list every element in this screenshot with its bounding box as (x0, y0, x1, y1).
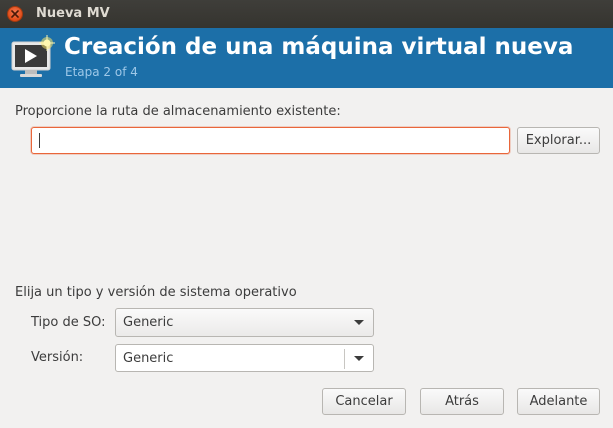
text-caret (39, 133, 40, 148)
close-icon (11, 10, 19, 18)
os-version-label: Versión: (31, 350, 84, 365)
title-bar: Nueva MV (0, 0, 613, 28)
os-section-label: Elija un tipo y versión de sistema opera… (15, 285, 297, 300)
wizard-step: Etapa 2 of 4 (65, 65, 138, 79)
virtual-machine-icon (11, 35, 55, 77)
chevron-down-icon[interactable] (354, 356, 364, 361)
window-title: Nueva MV (36, 6, 110, 21)
storage-path-label: Proporcione la ruta de almacenamiento ex… (15, 104, 341, 119)
storage-path-input[interactable] (31, 127, 510, 154)
cancel-button[interactable]: Cancelar (322, 388, 406, 415)
browse-button[interactable]: Explorar... (517, 127, 600, 154)
combo-separator (344, 349, 345, 369)
back-button[interactable]: Atrás (420, 388, 504, 415)
os-version-value: Generic (123, 351, 174, 366)
wizard-header: Creación de una máquina virtual nueva Et… (0, 28, 613, 88)
os-type-select[interactable]: Generic (115, 308, 374, 337)
close-button[interactable] (7, 6, 23, 22)
new-vm-dialog: Nueva MV Creación de una máquina virtual… (0, 0, 613, 428)
wizard-title: Creación de una máquina virtual nueva (64, 34, 574, 60)
chevron-down-icon (354, 320, 364, 325)
os-type-label: Tipo de SO: (31, 315, 106, 330)
forward-button[interactable]: Adelante (517, 388, 600, 415)
os-version-combo[interactable]: Generic (115, 344, 374, 372)
os-type-value: Generic (123, 315, 174, 330)
